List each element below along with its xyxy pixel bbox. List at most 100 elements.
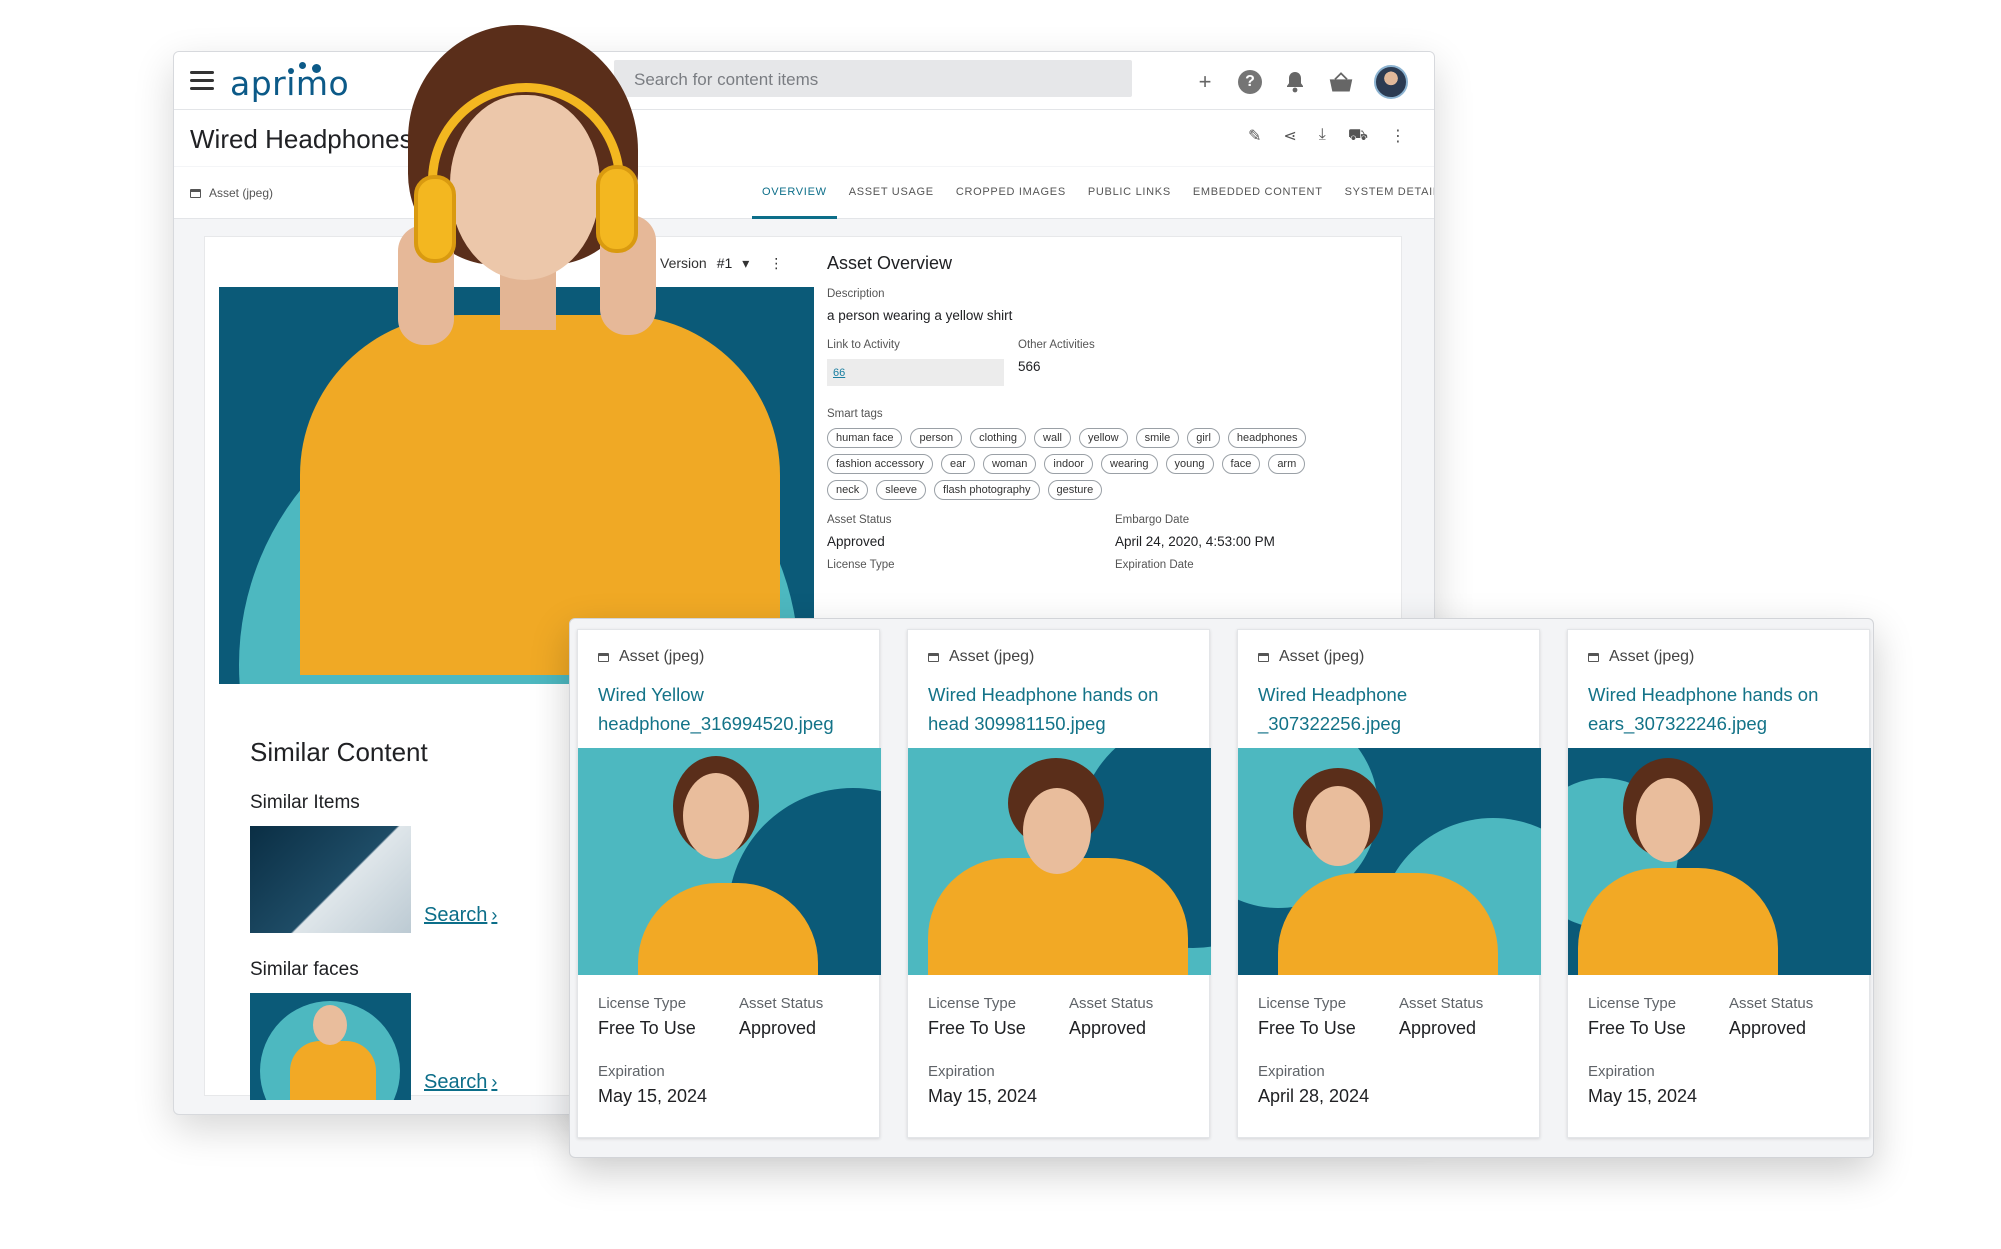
similar-face-thumbnail[interactable]	[250, 993, 411, 1100]
card-type-label: Asset (jpeg)	[619, 648, 705, 665]
smart-tag[interactable]: wall	[1034, 428, 1071, 448]
link-activity-label: Link to Activity	[827, 339, 900, 351]
tab-system-details[interactable]: SYSTEM DETAILS	[1345, 167, 1434, 219]
smart-tag[interactable]: woman	[982, 454, 1037, 474]
tab-embedded-content[interactable]: EMBEDDED CONTENT	[1193, 167, 1323, 219]
smart-tag[interactable]: human face	[827, 428, 903, 448]
smart-tag[interactable]: flash photography	[934, 480, 1040, 500]
card-image	[1568, 748, 1871, 975]
help-icon[interactable]: ?	[1238, 70, 1262, 94]
card-metadata: License Type Asset Status Free To Use Ap…	[598, 995, 868, 1107]
download-icon[interactable]: ⤓	[1319, 126, 1326, 146]
similar-item-thumbnail[interactable]	[250, 826, 411, 933]
search-results-panel: Asset (jpeg) Wired Yellow headphone_3169…	[569, 618, 1874, 1158]
card-title[interactable]: Wired Yellow headphone_316994520.jpeg	[598, 680, 868, 738]
card-image	[578, 748, 881, 975]
asset-status-label: Asset Status	[1399, 995, 1484, 1012]
smart-tag[interactable]: headphones	[1227, 428, 1307, 448]
similar-content: Similar Content Similar Items Search › Si…	[250, 737, 497, 1114]
result-card[interactable]: Asset (jpeg) Wired Yellow headphone_3169…	[577, 629, 881, 1138]
basket-icon[interactable]	[1328, 69, 1354, 95]
chevron-right-icon: ›	[491, 1072, 498, 1092]
add-to-basket-icon[interactable]: ⛟	[1348, 126, 1368, 146]
share-icon[interactable]: ⋖	[1283, 126, 1296, 146]
smart-tag[interactable]: sleeve	[876, 480, 927, 500]
smart-tag[interactable]: young	[1165, 454, 1214, 474]
action-icons: ✎ ⋖ ⤓ ⛟ ⋮	[1248, 126, 1406, 146]
license-type-label: License Type	[1258, 995, 1347, 1012]
card-title[interactable]: Wired Headphone hands on ears_307322246.…	[1588, 680, 1858, 738]
search-input[interactable]: Search for content items	[614, 60, 1132, 97]
asset-status-label: Asset Status	[1069, 995, 1154, 1012]
edit-icon[interactable]: ✎	[1248, 126, 1261, 146]
card-type-label: Asset (jpeg)	[1609, 648, 1695, 665]
card-asset-type: Asset (jpeg)	[928, 648, 1034, 666]
tab-cropped-images[interactable]: CROPPED IMAGES	[956, 167, 1066, 219]
asset-status-value: Approved	[827, 534, 885, 549]
smart-tag[interactable]: wearing	[1101, 454, 1158, 474]
card-image	[908, 748, 1211, 975]
expiration-label: Expiration	[1588, 1063, 1655, 1080]
smart-tag[interactable]: gesture	[1047, 480, 1103, 500]
smart-tag[interactable]: arm	[1268, 454, 1306, 474]
card-type-label: Asset (jpeg)	[949, 648, 1035, 665]
asset-overview: Asset Overview Description a person wear…	[827, 253, 1387, 579]
smart-tags-label: Smart tags	[827, 408, 883, 420]
logo-dots	[284, 58, 328, 76]
license-type-value: Free To Use	[928, 1018, 1026, 1038]
expiration-label: Expiration	[598, 1063, 665, 1080]
similar-faces-row: Search ›	[250, 993, 497, 1100]
asset-status-value: Approved	[1399, 1018, 1477, 1038]
card-title[interactable]: Wired Headphone _307322256.jpeg	[1258, 680, 1528, 738]
card-metadata: License Type Asset Status Free To Use Ap…	[1258, 995, 1528, 1107]
license-type-label: License Type	[1588, 995, 1677, 1012]
more-icon[interactable]: ⋮	[1390, 126, 1406, 146]
embargo-date-value: April 24, 2020, 4:53:00 PM	[1115, 534, 1275, 549]
embargo-date-label: Embargo Date	[1115, 514, 1190, 526]
smart-tag[interactable]: face	[1221, 454, 1261, 474]
version-selector[interactable]: Version #1 ▾ ⋮	[660, 255, 783, 272]
tab-public-links[interactable]: PUBLIC LINKS	[1088, 167, 1171, 219]
smart-tag[interactable]: yellow	[1079, 428, 1128, 448]
activity-row: Link to Activity 66 Other Activities 566	[827, 339, 1387, 386]
tabs: OVERVIEW ASSET USAGE CROPPED IMAGES PUBL…	[752, 167, 1434, 219]
user-avatar[interactable]	[1374, 65, 1408, 99]
search-link-label: Search	[424, 904, 488, 926]
smart-tag[interactable]: person	[910, 428, 963, 448]
page-title: Wired Headphones	[190, 124, 413, 154]
similar-faces-search-link[interactable]: Search ›	[424, 1071, 497, 1094]
smart-tag[interactable]: girl	[1187, 428, 1220, 448]
description-label: Description	[827, 288, 885, 300]
asset-status-label: Asset Status	[1729, 995, 1814, 1012]
result-card[interactable]: Asset (jpeg) Wired Headphone _307322256.…	[1237, 629, 1541, 1138]
description-value: a person wearing a yellow shirt	[827, 308, 1013, 323]
link-activity-value[interactable]: 66	[827, 359, 1004, 386]
card-title[interactable]: Wired Headphone hands on head 309981150.…	[928, 680, 1198, 738]
asset-status-value: Approved	[1069, 1018, 1147, 1038]
card-metadata: License Type Asset Status Free To Use Ap…	[1588, 995, 1858, 1107]
result-card[interactable]: Asset (jpeg) Wired Headphone hands on ea…	[1567, 629, 1871, 1138]
version-value: #1	[716, 255, 733, 271]
tab-asset-usage[interactable]: ASSET USAGE	[849, 167, 934, 219]
similar-items-search-link[interactable]: Search ›	[424, 904, 497, 927]
similar-content-heading: Similar Content	[250, 737, 428, 767]
search-link-label: Search	[424, 1071, 488, 1093]
asset-type-icon	[598, 652, 609, 662]
expiration-value: May 15, 2024	[1588, 1086, 1698, 1106]
card-asset-type: Asset (jpeg)	[598, 648, 704, 666]
tabs-bar: Asset (jpeg) OVERVIEW ASSET USAGE CROPPE…	[174, 167, 1434, 219]
result-card[interactable]: Asset (jpeg) Wired Headphone hands on he…	[907, 629, 1211, 1138]
chevron-down-icon: ▾	[742, 255, 750, 271]
smart-tag[interactable]: neck	[827, 480, 869, 500]
smart-tag[interactable]: fashion accessory	[827, 454, 934, 474]
bell-icon[interactable]	[1282, 69, 1308, 95]
smart-tag[interactable]: clothing	[970, 428, 1027, 448]
similar-items-row: Search ›	[250, 826, 497, 933]
plus-icon[interactable]: +	[1192, 69, 1218, 95]
smart-tag[interactable]: smile	[1135, 428, 1180, 448]
smart-tag[interactable]: indoor	[1044, 454, 1093, 474]
smart-tag[interactable]: ear	[941, 454, 975, 474]
more-icon[interactable]: ⋮	[769, 255, 783, 272]
tab-overview[interactable]: OVERVIEW	[752, 167, 837, 219]
menu-icon[interactable]	[190, 71, 216, 91]
